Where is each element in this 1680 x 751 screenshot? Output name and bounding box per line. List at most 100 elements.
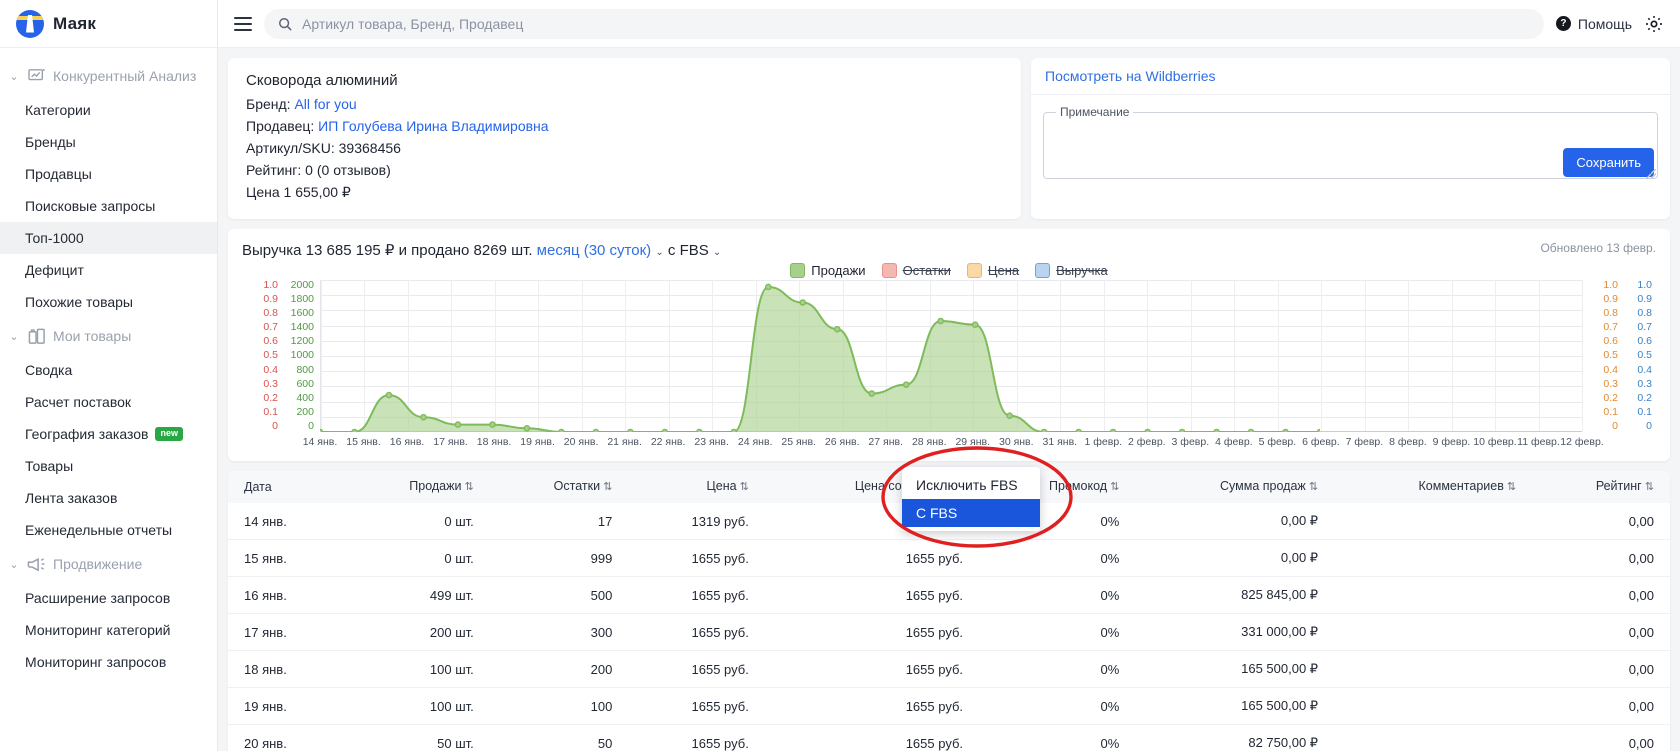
sidebar-item-label: Мониторинг запросов	[25, 654, 167, 670]
table-cell-дата: 17 янв.	[228, 613, 343, 651]
sort-arrows-icon[interactable]: ⇅	[461, 481, 474, 493]
sort-arrows-icon[interactable]: ⇅	[1504, 481, 1516, 493]
series-point[interactable]	[558, 428, 565, 432]
sort-arrows-icon[interactable]: ⇅	[737, 481, 749, 493]
series-point[interactable]	[1282, 428, 1289, 432]
sidebar-group-megaphone[interactable]: ⌄ Продвижение	[0, 546, 217, 582]
series-point[interactable]	[868, 390, 876, 397]
series-point[interactable]	[799, 299, 807, 306]
series-point[interactable]	[320, 428, 324, 432]
x-axis-tick-label: 23 янв.	[694, 436, 729, 448]
sort-arrows-icon[interactable]: ⇅	[1642, 481, 1654, 493]
series-point[interactable]	[696, 428, 703, 432]
table-row: 19 янв. 100 шт. 100 1655 руб. 1655 руб. 0% 165…	[228, 687, 1670, 725]
sidebar-group-boxes[interactable]: ⌄ Мои товары	[0, 318, 217, 354]
sidebar-item-мониторинг-категорий[interactable]: Мониторинг категорий	[0, 614, 217, 646]
sidebar-item-продавцы[interactable]: Продавцы	[0, 158, 217, 190]
series-point[interactable]	[420, 413, 427, 421]
table-cell-рейтинг: 0,00	[1532, 576, 1670, 614]
series-point[interactable]	[902, 381, 910, 388]
sort-arrows-icon[interactable]: ⇅	[1107, 481, 1119, 493]
column-header-цена[interactable]: Цена ⇅	[628, 471, 765, 503]
series-point[interactable]	[661, 428, 669, 432]
series-point[interactable]	[1247, 428, 1255, 432]
series-point[interactable]	[971, 321, 979, 329]
save-button[interactable]: Сохранить	[1563, 148, 1654, 177]
legend-item-продажи[interactable]: Продажи	[790, 263, 866, 278]
seller-link[interactable]: ИП Голубева Ирина Владимировна	[318, 118, 548, 134]
column-header-продажи[interactable]: Продажи ⇅	[342, 471, 490, 503]
series-point[interactable]	[1316, 428, 1320, 432]
sidebar-group-label: Мои товары	[53, 328, 132, 344]
table-cell-дата: 18 янв.	[228, 650, 343, 688]
sidebar-item-расширение-запросов[interactable]: Расширение запросов	[0, 582, 217, 614]
chart-summary-text: Выручка 13 685 195 ₽ и продано 8269 шт.	[242, 242, 533, 259]
sidebar-item-география-заказов[interactable]: География заказов new	[0, 418, 217, 450]
view-on-wildberries-link[interactable]: Посмотреть на Wildberries	[1045, 68, 1216, 84]
sort-arrows-icon[interactable]: ⇅	[600, 481, 612, 493]
column-header-рейтинг[interactable]: Рейтинг ⇅	[1532, 471, 1670, 503]
column-header-остатки[interactable]: Остатки ⇅	[489, 471, 629, 503]
series-point[interactable]	[764, 283, 772, 291]
series-point[interactable]	[489, 421, 496, 428]
x-axis-tick-label: 14 янв.	[302, 436, 338, 448]
search-input[interactable]	[300, 14, 1530, 33]
dropdown-option-with-fbs[interactable]: С FBS	[902, 499, 1040, 527]
sidebar-item-бренды[interactable]: Бренды	[0, 126, 217, 158]
series-point[interactable]	[454, 421, 462, 428]
table-cell-остатки: 50	[489, 724, 629, 751]
sidebar-item-товары[interactable]: Товары	[0, 450, 217, 482]
series-point[interactable]	[730, 428, 738, 432]
table-cell-остатки: 100	[489, 687, 629, 725]
search-box[interactable]	[264, 8, 1544, 39]
axis-tick: 0	[272, 419, 278, 432]
series-point[interactable]	[1178, 428, 1186, 432]
series-point[interactable]	[351, 428, 358, 432]
sidebar-item-мониторинг-запросов[interactable]: Мониторинг запросов	[0, 646, 217, 678]
legend-item-выручка[interactable]: Выручка	[1035, 263, 1108, 278]
table-cell-дата: 19 янв.	[228, 687, 343, 725]
help-button[interactable]: ? Помощь	[1555, 16, 1632, 32]
column-header-сумма-продаж[interactable]: Сумма продаж ⇅	[1135, 471, 1335, 503]
brand[interactable]: Маяк	[0, 0, 217, 48]
sidebar-item-категории[interactable]: Категории	[0, 94, 217, 126]
series-point[interactable]	[1006, 412, 1013, 420]
fbs-selector[interactable]: с FBS ⌄	[668, 242, 721, 259]
sidebar-item-поисковые-запросы[interactable]: Поисковые запросы	[0, 190, 217, 222]
column-header-label: Рейтинг	[1595, 479, 1642, 493]
dropdown-option-exclude-fbs[interactable]: Исключить FBS	[902, 471, 1040, 499]
series-point[interactable]	[833, 325, 841, 333]
series-point[interactable]	[1040, 428, 1048, 432]
sidebar-group-analytics[interactable]: ⌄ Конкурентный Анализ	[0, 58, 217, 94]
period-selector[interactable]: месяц (30 суток) ⌄	[537, 242, 664, 259]
sidebar-item-похожие-товары[interactable]: Похожие товары	[0, 286, 217, 318]
series-point[interactable]	[385, 391, 393, 399]
sidebar-item-label: Товары	[25, 458, 74, 474]
sidebar-item-расчет-поставок[interactable]: Расчет поставок	[0, 386, 217, 418]
legend-label: Остатки	[902, 263, 951, 278]
hamburger-icon[interactable]	[234, 16, 252, 31]
legend-item-остатки[interactable]: Остатки	[881, 263, 951, 278]
series-point[interactable]	[1109, 428, 1117, 432]
sort-arrows-icon[interactable]: ⇅	[1306, 481, 1318, 493]
sidebar-item-топ-1000[interactable]: Топ-1000	[0, 222, 217, 254]
legend-item-цена[interactable]: Цена	[966, 263, 1019, 278]
column-header-комментариев[interactable]: Комментариев ⇅	[1334, 471, 1533, 503]
sidebar-item-лента-заказов[interactable]: Лента заказов	[0, 482, 217, 514]
series-point[interactable]	[1075, 428, 1082, 432]
sidebar-item-еженедельные-отчеты[interactable]: Еженедельные отчеты	[0, 514, 217, 546]
table-cell-остатки: 300	[489, 613, 629, 651]
resize-handle-icon[interactable]	[1646, 169, 1656, 179]
series-point[interactable]	[1213, 428, 1220, 432]
series-point[interactable]	[1144, 428, 1151, 432]
series-point[interactable]	[937, 317, 944, 325]
sidebar-item-дефицит[interactable]: Дефицит	[0, 254, 217, 286]
fbs-dropdown-menu[interactable]: Исключить FBS С FBS	[902, 467, 1040, 531]
sidebar-item-сводка[interactable]: Сводка	[0, 354, 217, 386]
brand-link[interactable]: All for you	[294, 96, 356, 112]
gear-icon[interactable]	[1644, 14, 1664, 34]
series-point[interactable]	[523, 424, 531, 432]
series-point[interactable]	[627, 428, 634, 432]
series-point[interactable]	[592, 428, 600, 432]
note-textarea[interactable]	[1054, 125, 1647, 177]
